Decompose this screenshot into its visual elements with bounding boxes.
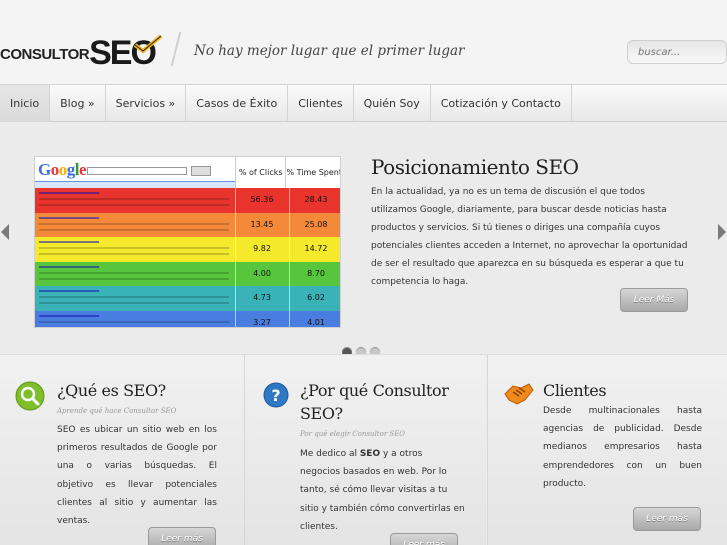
serp-band: 9.82 14.72 xyxy=(35,237,340,262)
card-text: Me dedico al SEO y a otros negocios basa… xyxy=(300,445,465,536)
card-text-part: Me dedico al xyxy=(300,449,360,459)
serp-col-time: % Time Spent xyxy=(285,157,340,188)
band-clicks: 9.82 xyxy=(235,237,288,262)
card-text-part: y a otros negocios basados en web. Por l… xyxy=(300,449,465,532)
card-subtitle: Por qué elegir Consultor SEO xyxy=(300,430,406,438)
band-clicks: 56.36 xyxy=(235,188,288,213)
site-logo[interactable]: CONSULTOR SEO xyxy=(0,30,163,70)
header: CONSULTOR SEO No hay mejor lugar que el … xyxy=(0,0,727,84)
nav-item-casos-de-exito[interactable]: Casos de Éxito xyxy=(186,85,289,123)
slider-next-arrow-icon[interactable] xyxy=(718,224,726,240)
card-read-more-button[interactable]: Leer más xyxy=(390,533,458,545)
card-read-more-button[interactable]: Leer más xyxy=(148,527,216,545)
svg-text:?: ? xyxy=(271,386,280,405)
slider-prev-arrow-icon[interactable] xyxy=(1,224,9,240)
serp-col-clicks: % of Clicks xyxy=(235,157,286,188)
band-clicks: 3.27 xyxy=(235,310,288,327)
serp-band: 13.45 25.08 xyxy=(35,212,340,237)
page: CONSULTOR SEO No hay mejor lugar que el … xyxy=(0,0,727,545)
google-logo: Google xyxy=(38,160,87,179)
band-time: 25.08 xyxy=(289,212,340,237)
serp-heatmap-bands: 56.36 28.43 13.45 25.08 9.82 14.72 4.00 8.70… xyxy=(35,188,340,327)
nav-item-blog[interactable]: Blog » xyxy=(50,85,106,123)
serp-band: 4.00 8.70 xyxy=(35,261,340,286)
card-subtitle: Aprende qué hace Consultor SEO xyxy=(57,407,177,415)
site-tagline: No hay mejor lugar que el primer lugar xyxy=(194,43,465,59)
band-time: 28.43 xyxy=(289,188,340,213)
card-clientes: Clientes Desde multinacionales hasta age… xyxy=(487,354,727,545)
handshake-icon xyxy=(504,383,534,405)
slide-title: Posicionamiento SEO xyxy=(371,155,579,179)
slide-read-more-button[interactable]: Leer Más xyxy=(620,288,688,312)
card-por-que-consultor-seo: ? ¿Por qué Consultor SEO? Por qué elegir… xyxy=(244,354,486,545)
band-clicks: 13.45 xyxy=(235,212,288,237)
question-icon: ? xyxy=(263,382,289,408)
main-nav: Inicio Blog » Servicios » Casos de Éxito… xyxy=(0,84,727,123)
band-time: 6.02 xyxy=(289,286,340,311)
band-time: 8.70 xyxy=(289,261,340,286)
card-read-more-button[interactable]: Leer más xyxy=(633,507,701,531)
serp-search-box xyxy=(87,167,187,175)
nav-item-servicios[interactable]: Servicios » xyxy=(106,85,187,123)
card-text: SEO es ubicar un sitio web en los primer… xyxy=(57,425,217,527)
serp-search-button xyxy=(191,166,211,176)
band-time: 4.01 xyxy=(289,310,340,327)
serp-band: 4.73 6.02 xyxy=(35,286,340,311)
nav-item-quien-soy[interactable]: Quién Soy xyxy=(354,85,431,123)
logo-text-small: CONSULTOR xyxy=(0,46,90,63)
card-que-es-seo: ¿Qué es SEO? Aprende qué hace Consultor … xyxy=(0,354,244,545)
logo-check-icon xyxy=(133,34,163,54)
band-clicks: 4.00 xyxy=(235,261,288,286)
nav-item-inicio[interactable]: Inicio xyxy=(0,85,51,123)
card-text: Desde multinacionales hasta agencias de … xyxy=(543,406,702,489)
search-input[interactable] xyxy=(627,40,727,64)
band-time: 14.72 xyxy=(289,237,340,262)
nav-item-cotizacion-contacto[interactable]: Cotización y Contacto xyxy=(431,85,572,123)
card-title: ¿Qué es SEO? xyxy=(57,381,166,400)
serp-band: 56.36 28.43 xyxy=(35,188,340,213)
slide-image-serp-heatmap[interactable]: Google % of Clicks % Time Spent 56.36 28.… xyxy=(34,156,341,328)
feature-cards: ¿Qué es SEO? Aprende qué hace Consultor … xyxy=(0,354,727,545)
header-divider xyxy=(170,32,182,66)
card-title: ¿Por qué Consultor SEO? xyxy=(300,381,449,423)
nav-item-clientes[interactable]: Clientes xyxy=(288,85,354,123)
serp-band: 3.27 4.01 xyxy=(35,310,340,327)
search-icon xyxy=(15,381,45,411)
band-clicks: 4.73 xyxy=(235,286,288,311)
slide-text: En la actualidad, ya no es un tema de di… xyxy=(371,187,688,287)
card-text-bold: SEO xyxy=(359,449,381,459)
serp-table-header: % of Clicks % Time Spent xyxy=(235,157,340,188)
card-title: Clientes xyxy=(543,381,607,400)
